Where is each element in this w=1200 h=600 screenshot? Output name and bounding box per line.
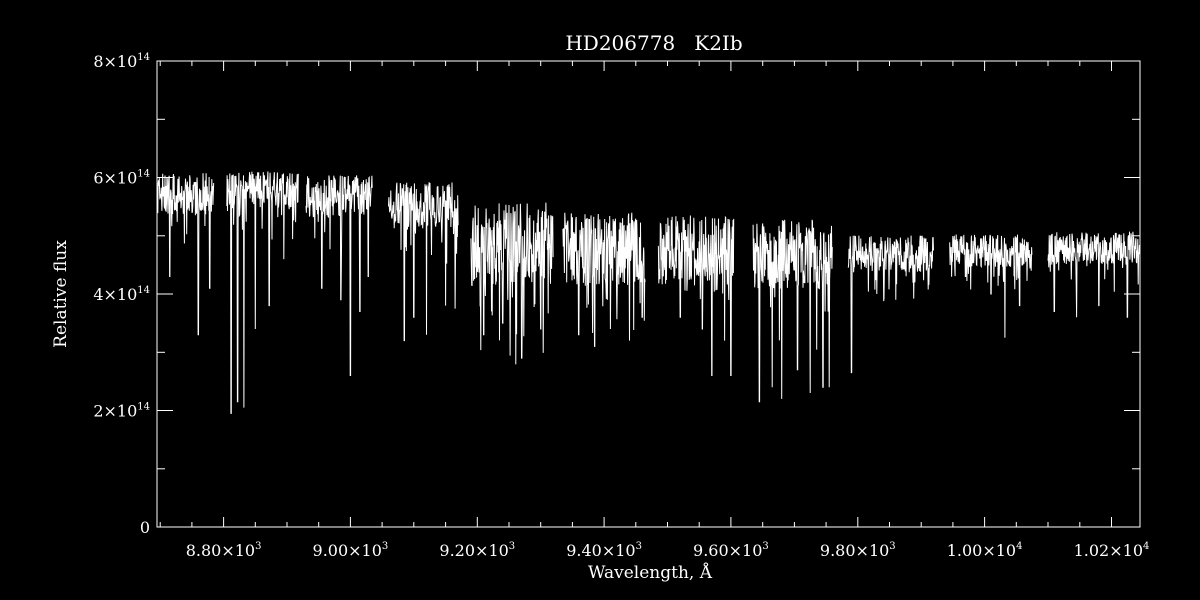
x-tick-exponent: 3 (509, 541, 515, 552)
x-tick-exponent: 3 (255, 541, 261, 552)
y-tick-exponent: 14 (137, 402, 150, 413)
x-axis-label: Wavelength, Å (588, 562, 713, 583)
x-tick-exponent: 4 (1143, 541, 1149, 552)
x-tick-label: 9.40×103 (566, 541, 642, 560)
x-tick-label: 9.00×103 (313, 541, 389, 560)
x-tick-exponent: 3 (762, 541, 768, 552)
y-tick-label: 0 (140, 518, 150, 537)
x-tick-label: 9.60×103 (693, 541, 769, 560)
y-tick-exponent: 14 (137, 52, 150, 63)
x-tick-label: 8.80×103 (186, 541, 262, 560)
x-tick-exponent: 3 (636, 541, 642, 552)
x-tick-label: 9.80×103 (820, 541, 896, 560)
x-tick-label: 1.02×104 (1074, 541, 1150, 560)
x-tick-exponent: 4 (1016, 541, 1022, 552)
y-tick-exponent: 14 (137, 169, 150, 180)
x-tick-label: 1.00×104 (947, 541, 1023, 560)
y-axis-label: Relative flux (51, 240, 71, 348)
spectrum-chart: HD206778 K2Ib 8.80×103 9.00×103 9.20×103 9.… (0, 0, 1200, 600)
y-tick-exponent: 14 (137, 285, 150, 296)
x-tick-exponent: 3 (889, 541, 895, 552)
x-tick-label: 9.20×103 (439, 541, 515, 560)
x-tick-exponent: 3 (382, 541, 388, 552)
chart-title: HD206778 K2Ib (565, 31, 742, 55)
